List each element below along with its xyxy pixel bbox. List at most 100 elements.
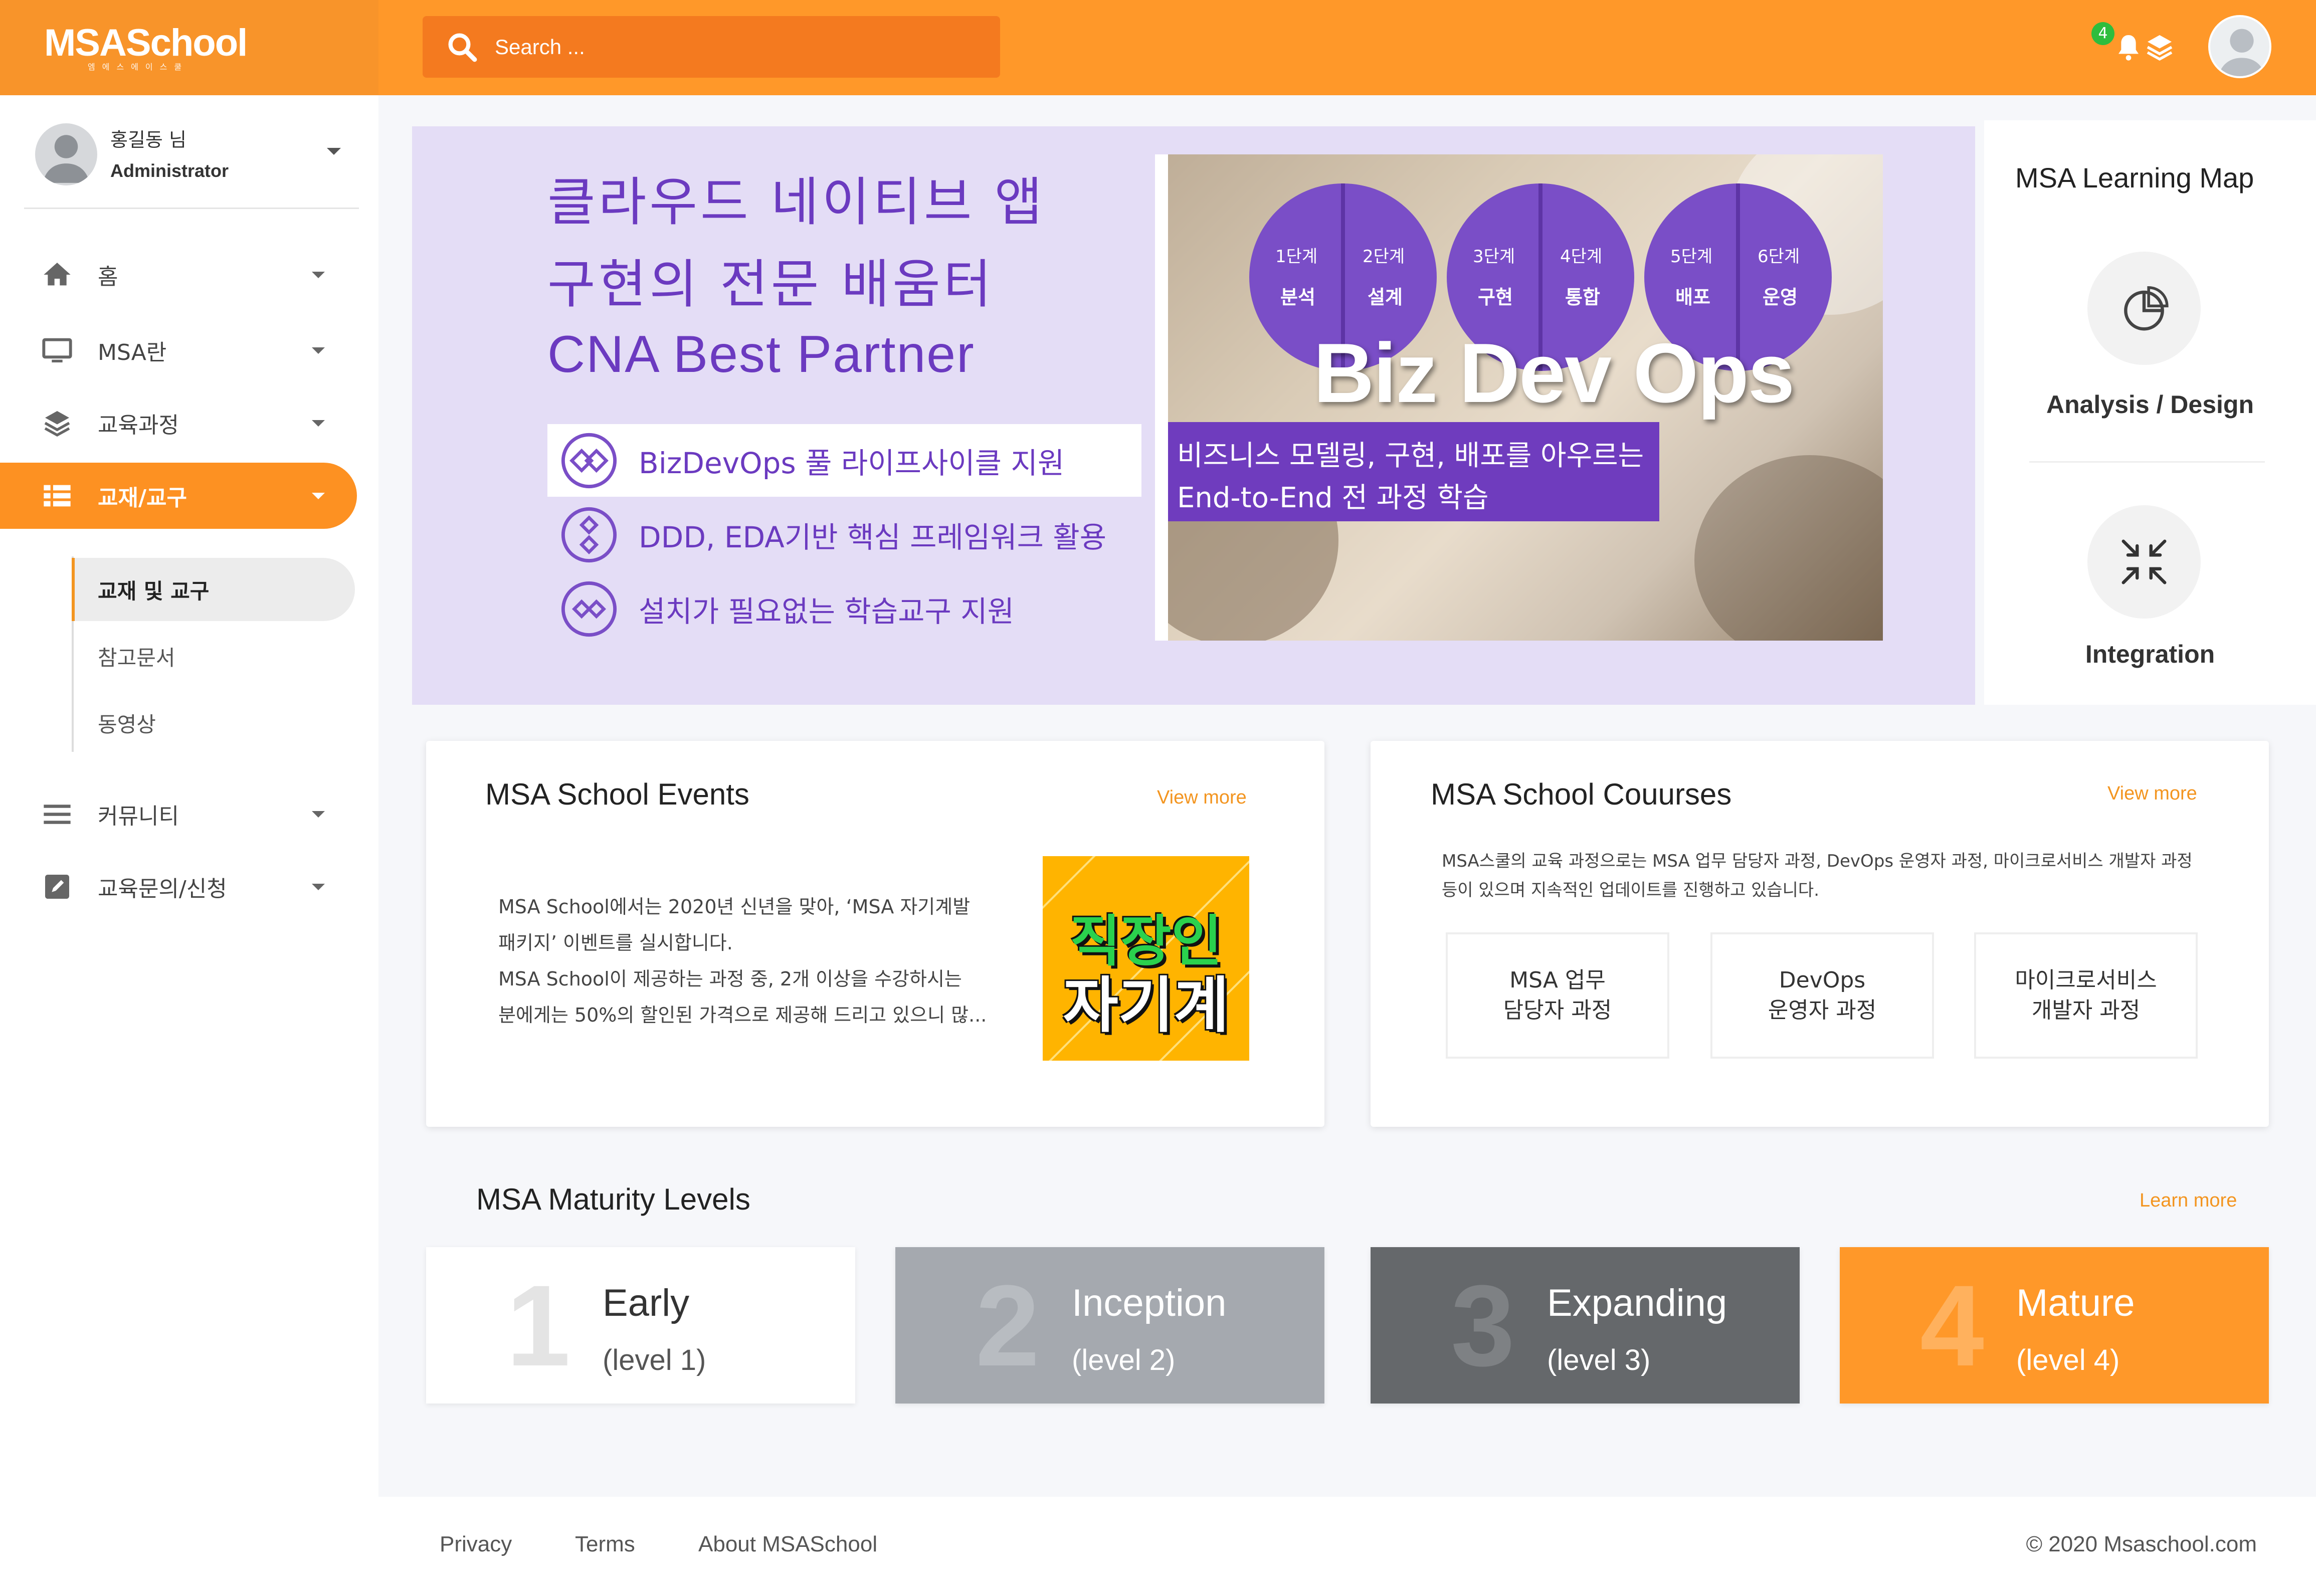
layers-icon[interactable] (2144, 31, 2176, 63)
stage-label: 1단계 (1275, 247, 1318, 267)
user-avatar[interactable] (2208, 15, 2271, 78)
level-sublabel: (level 3) (1547, 1343, 1651, 1376)
notification-badge: 4 (2091, 22, 2114, 45)
user-icon (2218, 29, 2265, 76)
maturity-title: MSA Maturity Levels (476, 1182, 750, 1216)
level-name: Expanding (1547, 1282, 1727, 1324)
sidebar-item-label: 교육문의/신청 (98, 876, 227, 902)
maturity-level-1[interactable]: 1 Early (level 1) (426, 1247, 855, 1404)
copyright: © 2020 Msaschool.com (2026, 1532, 2257, 1556)
profile-dropdown-caret[interactable] (327, 148, 341, 155)
banner-caption-line-2: End-to-End 전 과정 학습 (1177, 482, 1489, 514)
sidebar-item-label: 교재/교구 (98, 485, 187, 511)
integration-button[interactable] (2087, 505, 2201, 619)
sidebar-item-label: 커뮤니티 (98, 804, 179, 829)
feature-item: BizDevOps 풀 라이프사이클 지원 (547, 424, 1141, 497)
search-bar[interactable]: Search ... (423, 16, 1000, 78)
diamond-icon (561, 507, 617, 562)
diamond-icon (561, 581, 617, 637)
events-text-line: MSA School이 제공하는 과정 중, 2개 이상을 수강하시는 (498, 968, 962, 990)
analysis-design-button[interactable] (2087, 252, 2201, 365)
search-icon (448, 33, 477, 62)
course-line-1: DevOps (1779, 967, 1866, 993)
sidebar-item-label: MSA란 (98, 340, 167, 365)
maturity-level-2[interactable]: 2 Inception (level 2) (895, 1247, 1324, 1404)
footer-link-privacy[interactable]: Privacy (440, 1532, 512, 1557)
profile-role: Administrator (110, 160, 229, 181)
sidebar-item-home[interactable]: 홈 (0, 242, 357, 308)
bell-icon[interactable] (2112, 31, 2145, 63)
hero-banner: 클라우드 네이티브 앱 구현의 전문 배움터 CNA Best Partner … (412, 126, 1975, 705)
course-msa-manager[interactable]: MSA 업무 담당자 과정 (1446, 932, 1669, 1059)
stage-label: 2단계 (1363, 247, 1405, 267)
footer: Privacy Terms About MSASchool © 2020 Msa… (378, 1497, 2316, 1596)
maturity-level-3[interactable]: 3 Expanding (level 3) (1371, 1247, 1800, 1404)
event-image[interactable]: 직장인 자기계발 (1043, 856, 1249, 1061)
events-title: MSA School Events (485, 777, 749, 811)
list-icon (44, 485, 71, 507)
sidebar-item-community[interactable]: 커뮤니티 (0, 781, 357, 847)
footer-link-about[interactable]: About MSASchool (698, 1532, 877, 1557)
stage-label: 3단계 (1473, 247, 1515, 267)
footer-link-terms[interactable]: Terms (575, 1532, 635, 1557)
feature-label: BizDevOps 풀 라이프사이클 지원 (639, 446, 1065, 480)
stage-label: 6단계 (1758, 247, 1800, 267)
stage-sublabel: 배포 (1675, 286, 1710, 308)
analysis-design-label: Analysis / Design (2046, 390, 2254, 419)
chevron-down-icon (312, 811, 325, 818)
search-input[interactable]: Search ... (495, 35, 585, 59)
divider (24, 208, 359, 209)
user-icon (43, 135, 90, 183)
divider (2029, 461, 2265, 463)
level-number: 3 (1451, 1261, 1515, 1390)
logo[interactable]: MSASchool (44, 21, 248, 65)
stage-label: 5단계 (1670, 247, 1713, 267)
chevron-down-icon (312, 347, 325, 354)
hero-title-line-2: 구현의 전문 배움터 (547, 254, 995, 315)
learning-map-title: MSA Learning Map (2015, 162, 2254, 193)
banner-caption-line-1: 비즈니스 모델링, 구현, 배포를 아우르는 (1177, 440, 1644, 472)
events-view-more-link[interactable]: View more (1157, 787, 1247, 809)
chevron-down-icon (312, 420, 325, 427)
chevron-down-icon (312, 492, 325, 499)
subnav-item-label: 참고문서 (98, 645, 175, 670)
course-line-2: 개발자 과정 (2031, 998, 2141, 1023)
level-sublabel: (level 1) (603, 1343, 706, 1376)
banner-caption: 비즈니스 모델링, 구현, 배포를 아우르는 End-to-End 전 과정 학… (1168, 422, 1659, 521)
level-sublabel: (level 2) (1072, 1343, 1176, 1376)
sidebar-item-curriculum[interactable]: 교육과정 (0, 390, 357, 456)
subnav-item-videos[interactable]: 동영상 (72, 691, 355, 754)
logo-subtitle: 엠에스에이스쿨 (88, 62, 189, 72)
learning-map-panel: MSA Learning Map Analysis / Design Integ… (1984, 120, 2316, 705)
stage-sublabel: 구현 (1478, 286, 1513, 308)
photo-blur (1694, 455, 1883, 641)
level-name: Early (603, 1282, 690, 1324)
subnav-item-materials-tools[interactable]: 교재 및 교구 (72, 558, 355, 621)
top-bar: MSASchool 엠에스에이스쿨 Search ... 4 (0, 0, 2316, 95)
courses-view-more-link[interactable]: View more (2107, 783, 2197, 805)
feature-label: 설치가 필요없는 학습교구 지원 (639, 594, 1014, 629)
courses-desc-line: MSA스쿨의 교육 과정으로는 MSA 업무 담당자 과정, DevOps 운영… (1442, 851, 2193, 871)
layers-icon (44, 411, 70, 437)
course-microservice-developer[interactable]: 마이크로서비스 개발자 과정 (1974, 932, 2198, 1059)
maturity-level-4[interactable]: 4 Mature (level 4) (1840, 1247, 2269, 1404)
compress-arrows-icon (2121, 539, 2167, 584)
banner-title: Biz Dev Ops (1313, 326, 1795, 420)
events-text-line: 분에게는 50%의 할인된 가격으로 제공해 드리고 있으니 많... (498, 1004, 987, 1026)
profile-avatar[interactable] (35, 123, 97, 185)
course-line-1: MSA 업무 (1509, 967, 1606, 993)
level-number: 1 (506, 1261, 570, 1390)
chevron-down-icon (312, 271, 325, 278)
course-devops-operator[interactable]: DevOps 운영자 과정 (1710, 932, 1934, 1059)
maturity-learn-more-link[interactable]: Learn more (2140, 1190, 2237, 1212)
sidebar-item-inquiry[interactable]: 교육문의/신청 (0, 854, 357, 920)
hero-image: 1단계 2단계 분석 설계 3단계 4단계 구현 통합 5단계 6단계 배포 운… (1155, 154, 1883, 641)
level-name: Mature (2016, 1282, 2135, 1324)
sidebar-item-msa[interactable]: MSA란 (0, 317, 357, 383)
sidebar-item-materials[interactable]: 교재/교구 (0, 463, 357, 529)
level-sublabel: (level 4) (2016, 1343, 2120, 1376)
subnav-item-reference[interactable]: 참고문서 (72, 625, 355, 688)
subnav-item-label: 동영상 (98, 712, 156, 737)
level-name: Inception (1072, 1282, 1227, 1324)
hero-title-line-1: 클라우드 네이티브 앱 (547, 171, 1046, 233)
